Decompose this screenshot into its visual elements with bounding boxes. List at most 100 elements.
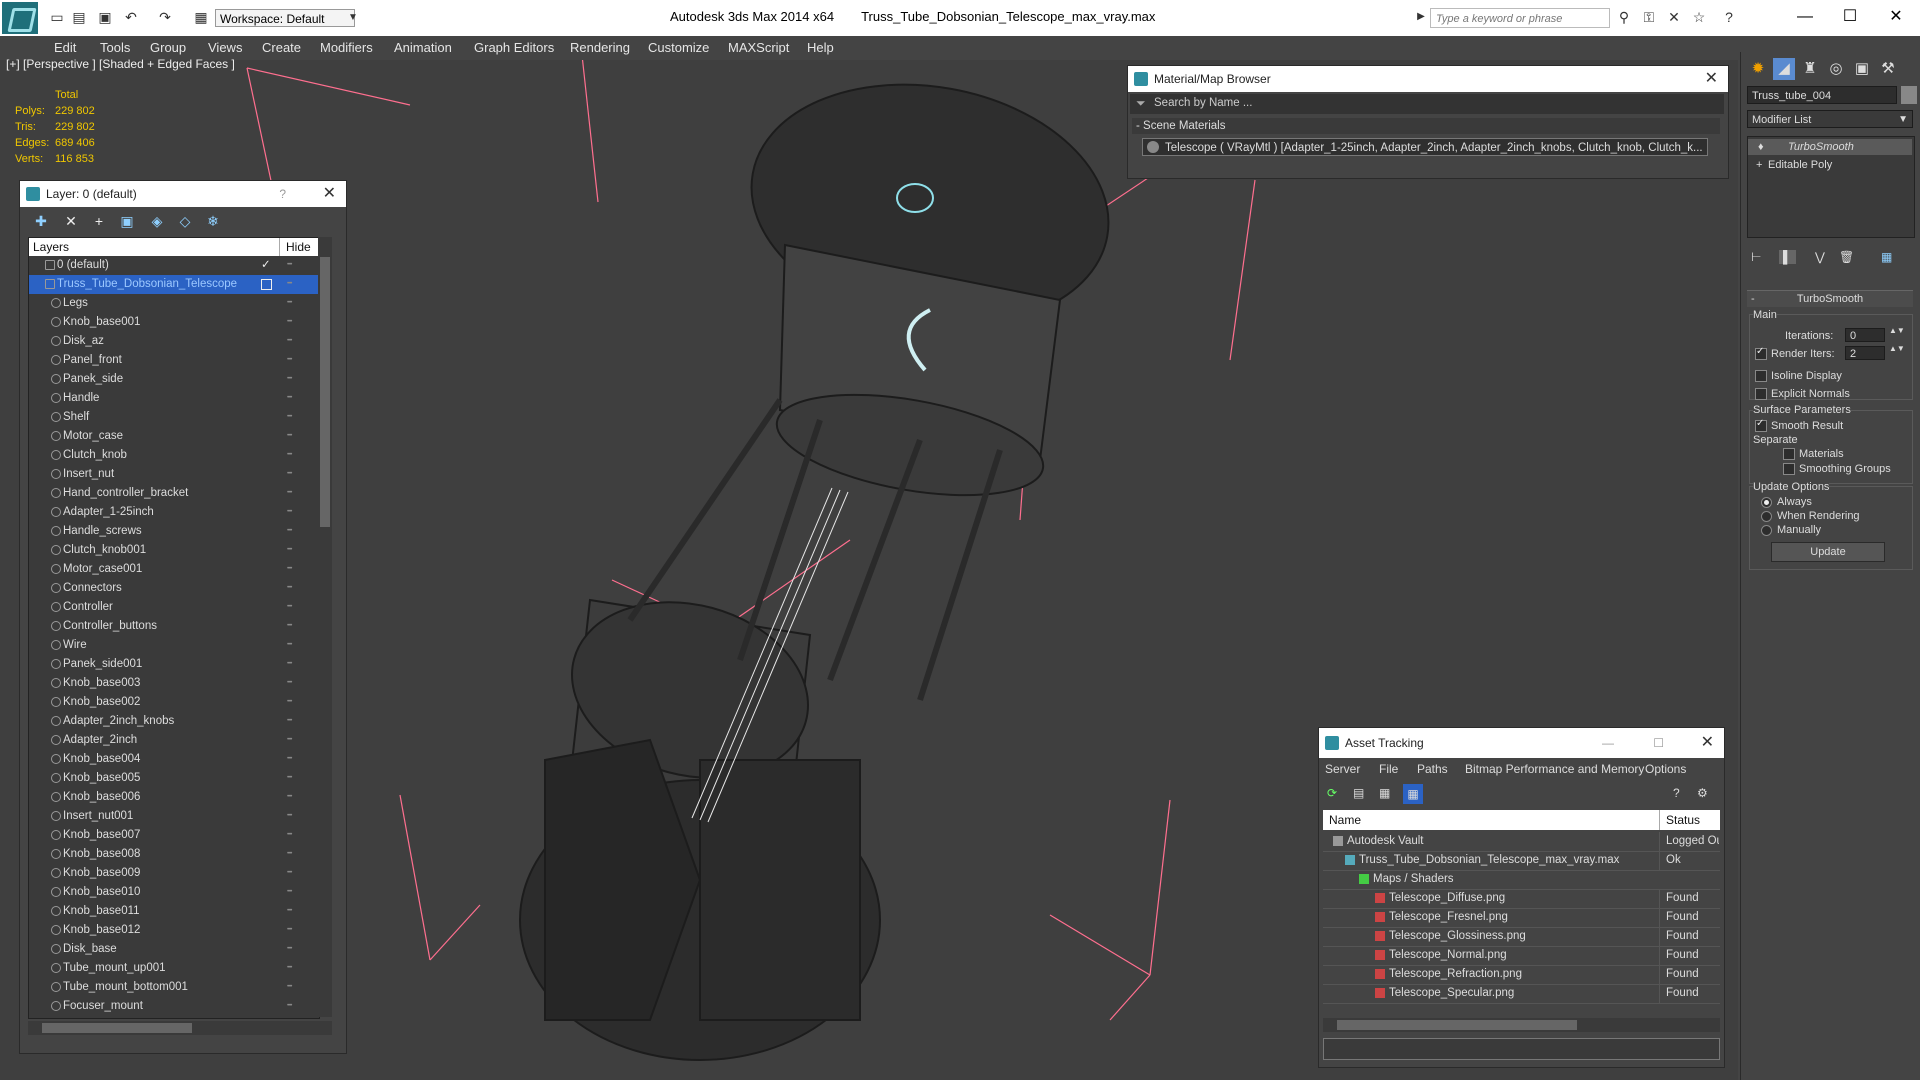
material-browser-titlebar[interactable]: Material/Map Browser ✕ — [1128, 66, 1728, 92]
close-icon[interactable]: ✕ — [323, 181, 336, 207]
hide-toggle-icon[interactable]: •••• — [287, 769, 293, 788]
hide-toggle-icon[interactable]: •••• — [287, 522, 293, 541]
hide-toggle-icon[interactable]: •••• — [287, 807, 293, 826]
utilities-tab-icon[interactable]: ⚒ — [1877, 58, 1899, 80]
refresh-icon[interactable]: ⟳ — [1327, 786, 1337, 800]
material-item[interactable]: Telescope ( VRayMtl ) [Adapter_1-25inch,… — [1142, 138, 1708, 156]
close-icon[interactable]: ✕ — [1701, 728, 1714, 758]
layer-object-row[interactable]: Legs •••• — [29, 294, 319, 313]
hide-toggle-icon[interactable]: •••• — [287, 693, 293, 712]
minimize-button[interactable]: — — [1785, 4, 1825, 30]
menu-edit[interactable]: Edit — [54, 40, 76, 55]
hide-toggle-icon[interactable]: •••• — [287, 541, 293, 560]
search-input[interactable]: Type a keyword or phrase — [1430, 8, 1610, 28]
menu-customize[interactable]: Customize — [648, 40, 709, 55]
delete-layer-icon[interactable]: ✕ — [62, 213, 80, 229]
hide-toggle-icon[interactable]: •••• — [287, 484, 293, 503]
menu-group[interactable]: Group — [150, 40, 186, 55]
hide-toggle-icon[interactable]: •••• — [287, 294, 293, 313]
menu-modifiers[interactable]: Modifiers — [320, 40, 373, 55]
layer-object-row[interactable]: Knob_base005 •••• — [29, 769, 319, 788]
hide-toggle-icon[interactable]: •••• — [287, 636, 293, 655]
hide-toggle-icon[interactable]: •••• — [287, 408, 293, 427]
explicit-normals-checkbox[interactable] — [1755, 388, 1767, 400]
layer-row-selected[interactable]: Truss_Tube_Dobsonian_Telescope •••• — [29, 275, 319, 294]
menu-rendering[interactable]: Rendering — [570, 40, 630, 55]
hide-toggle-icon[interactable]: •••• — [287, 579, 293, 598]
key-icon[interactable]: ⚿ — [1640, 8, 1658, 26]
hide-column-header[interactable]: Hide — [279, 238, 311, 256]
add-to-layer-icon[interactable]: + — [90, 213, 108, 229]
create-layer-icon[interactable]: ✚ — [32, 213, 50, 229]
hide-toggle-icon[interactable]: •••• — [287, 313, 293, 332]
current-layer-check-icon[interactable]: ✓ — [261, 256, 271, 275]
freeze-all-icon[interactable]: ❄ — [204, 213, 222, 229]
undo-icon[interactable]: ↶ — [122, 8, 140, 26]
hscrollbar-thumb[interactable] — [42, 1023, 192, 1033]
settings-icon[interactable]: ⚙ — [1697, 786, 1708, 800]
hide-toggle-icon[interactable]: •••• — [287, 465, 293, 484]
asset-row[interactable]: Truss_Tube_Dobsonian_Telescope_max_vray.… — [1323, 851, 1720, 871]
help-icon[interactable]: ? — [1673, 786, 1680, 800]
spinner-arrows-icon[interactable]: ▲▼ — [1889, 344, 1905, 353]
always-radio[interactable] — [1761, 497, 1772, 508]
layer-object-row[interactable]: Shelf •••• — [29, 408, 319, 427]
hide-toggle-icon[interactable]: •••• — [287, 712, 293, 731]
connect-icon[interactable]: ✕ — [1665, 8, 1683, 26]
layer-object-row[interactable]: Insert_nut001 •••• — [29, 807, 319, 826]
hide-toggle-icon[interactable]: •••• — [287, 427, 293, 446]
layer-object-row[interactable]: Focuser_mount •••• — [29, 997, 319, 1016]
materials-checkbox[interactable] — [1783, 448, 1795, 460]
asset-menu-server[interactable]: Server — [1325, 762, 1360, 776]
scene-materials-section[interactable]: - Scene Materials — [1132, 118, 1720, 134]
layer-object-row[interactable]: Hand_controller_bracket •••• — [29, 484, 319, 503]
hide-toggle-icon[interactable]: •••• — [287, 275, 293, 294]
asset-row[interactable]: Maps / Shaders — [1323, 870, 1720, 890]
layer-object-row[interactable]: Adapter_1-25inch •••• — [29, 503, 319, 522]
menu-views[interactable]: Views — [208, 40, 242, 55]
scrollbar-thumb[interactable] — [320, 257, 330, 527]
layer-object-row[interactable]: Clutch_knob •••• — [29, 446, 319, 465]
layer-object-row[interactable]: Controller •••• — [29, 598, 319, 617]
layer-object-row[interactable]: Knob_base012 •••• — [29, 921, 319, 940]
make-unique-icon[interactable]: ⋁ — [1815, 250, 1825, 264]
hide-toggle-icon[interactable]: •••• — [287, 332, 293, 351]
layer-list-hscrollbar[interactable] — [28, 1021, 332, 1035]
project-folder-icon[interactable]: ▦ — [192, 8, 210, 26]
asset-path-field[interactable] — [1323, 1038, 1720, 1060]
show-end-result-icon[interactable]: ▌ — [1779, 250, 1796, 264]
hide-toggle-icon[interactable]: •••• — [287, 560, 293, 579]
layer-object-row[interactable]: Knob_base010 •••• — [29, 883, 319, 902]
when-rendering-radio[interactable] — [1761, 511, 1772, 522]
layer-object-row[interactable]: Handle •••• — [29, 389, 319, 408]
filter-icon[interactable]: ⏷ — [1136, 96, 1146, 111]
layer-object-row[interactable]: Knob_base002 •••• — [29, 693, 319, 712]
display-tab-icon[interactable]: ▣ — [1851, 58, 1873, 80]
layer-object-row[interactable]: Tube_mount_up001 •••• — [29, 959, 319, 978]
viewport-label[interactable]: [+] [Perspective ] [Shaded + Edged Faces… — [6, 57, 235, 71]
help-icon[interactable]: ? — [1720, 8, 1738, 26]
asset-menu-bitmap[interactable]: Bitmap Performance and Memory — [1465, 762, 1644, 776]
lightbulb-icon[interactable]: ♦ — [1758, 139, 1764, 155]
modifier-list-dropdown[interactable]: Modifier List ▼ — [1747, 110, 1913, 128]
asset-row[interactable]: Telescope_Glossiness.png Found — [1323, 927, 1720, 947]
hide-toggle-icon[interactable]: •••• — [287, 598, 293, 617]
render-iters-spinner[interactable]: 2 — [1845, 346, 1885, 360]
remove-modifier-icon[interactable]: 🗑 — [1839, 250, 1854, 264]
menu-tools[interactable]: Tools — [100, 40, 130, 55]
material-search-input[interactable]: ⏷ Search by Name ... — [1130, 94, 1724, 114]
binoculars-icon[interactable]: ⚲ — [1615, 8, 1633, 26]
list-view-icon[interactable]: ▤ — [1353, 786, 1364, 800]
close-icon[interactable]: ✕ — [1705, 66, 1718, 92]
hide-toggle-icon[interactable]: •••• — [287, 503, 293, 522]
redo-icon[interactable]: ↷ — [156, 8, 174, 26]
layer-panel-titlebar[interactable]: Layer: 0 (default) ? ✕ — [20, 181, 346, 207]
star-icon[interactable]: ☆ — [1690, 8, 1708, 26]
layer-object-row[interactable]: Knob_base007 •••• — [29, 826, 319, 845]
layer-object-row[interactable]: Adapter_2inch_knobs •••• — [29, 712, 319, 731]
menu-animation[interactable]: Animation — [394, 40, 452, 55]
asset-menu-paths[interactable]: Paths — [1417, 762, 1448, 776]
menu-create[interactable]: Create — [262, 40, 301, 55]
asset-row[interactable]: Telescope_Fresnel.png Found — [1323, 908, 1720, 928]
asset-row[interactable]: Autodesk Vault Logged Ou — [1323, 832, 1720, 852]
